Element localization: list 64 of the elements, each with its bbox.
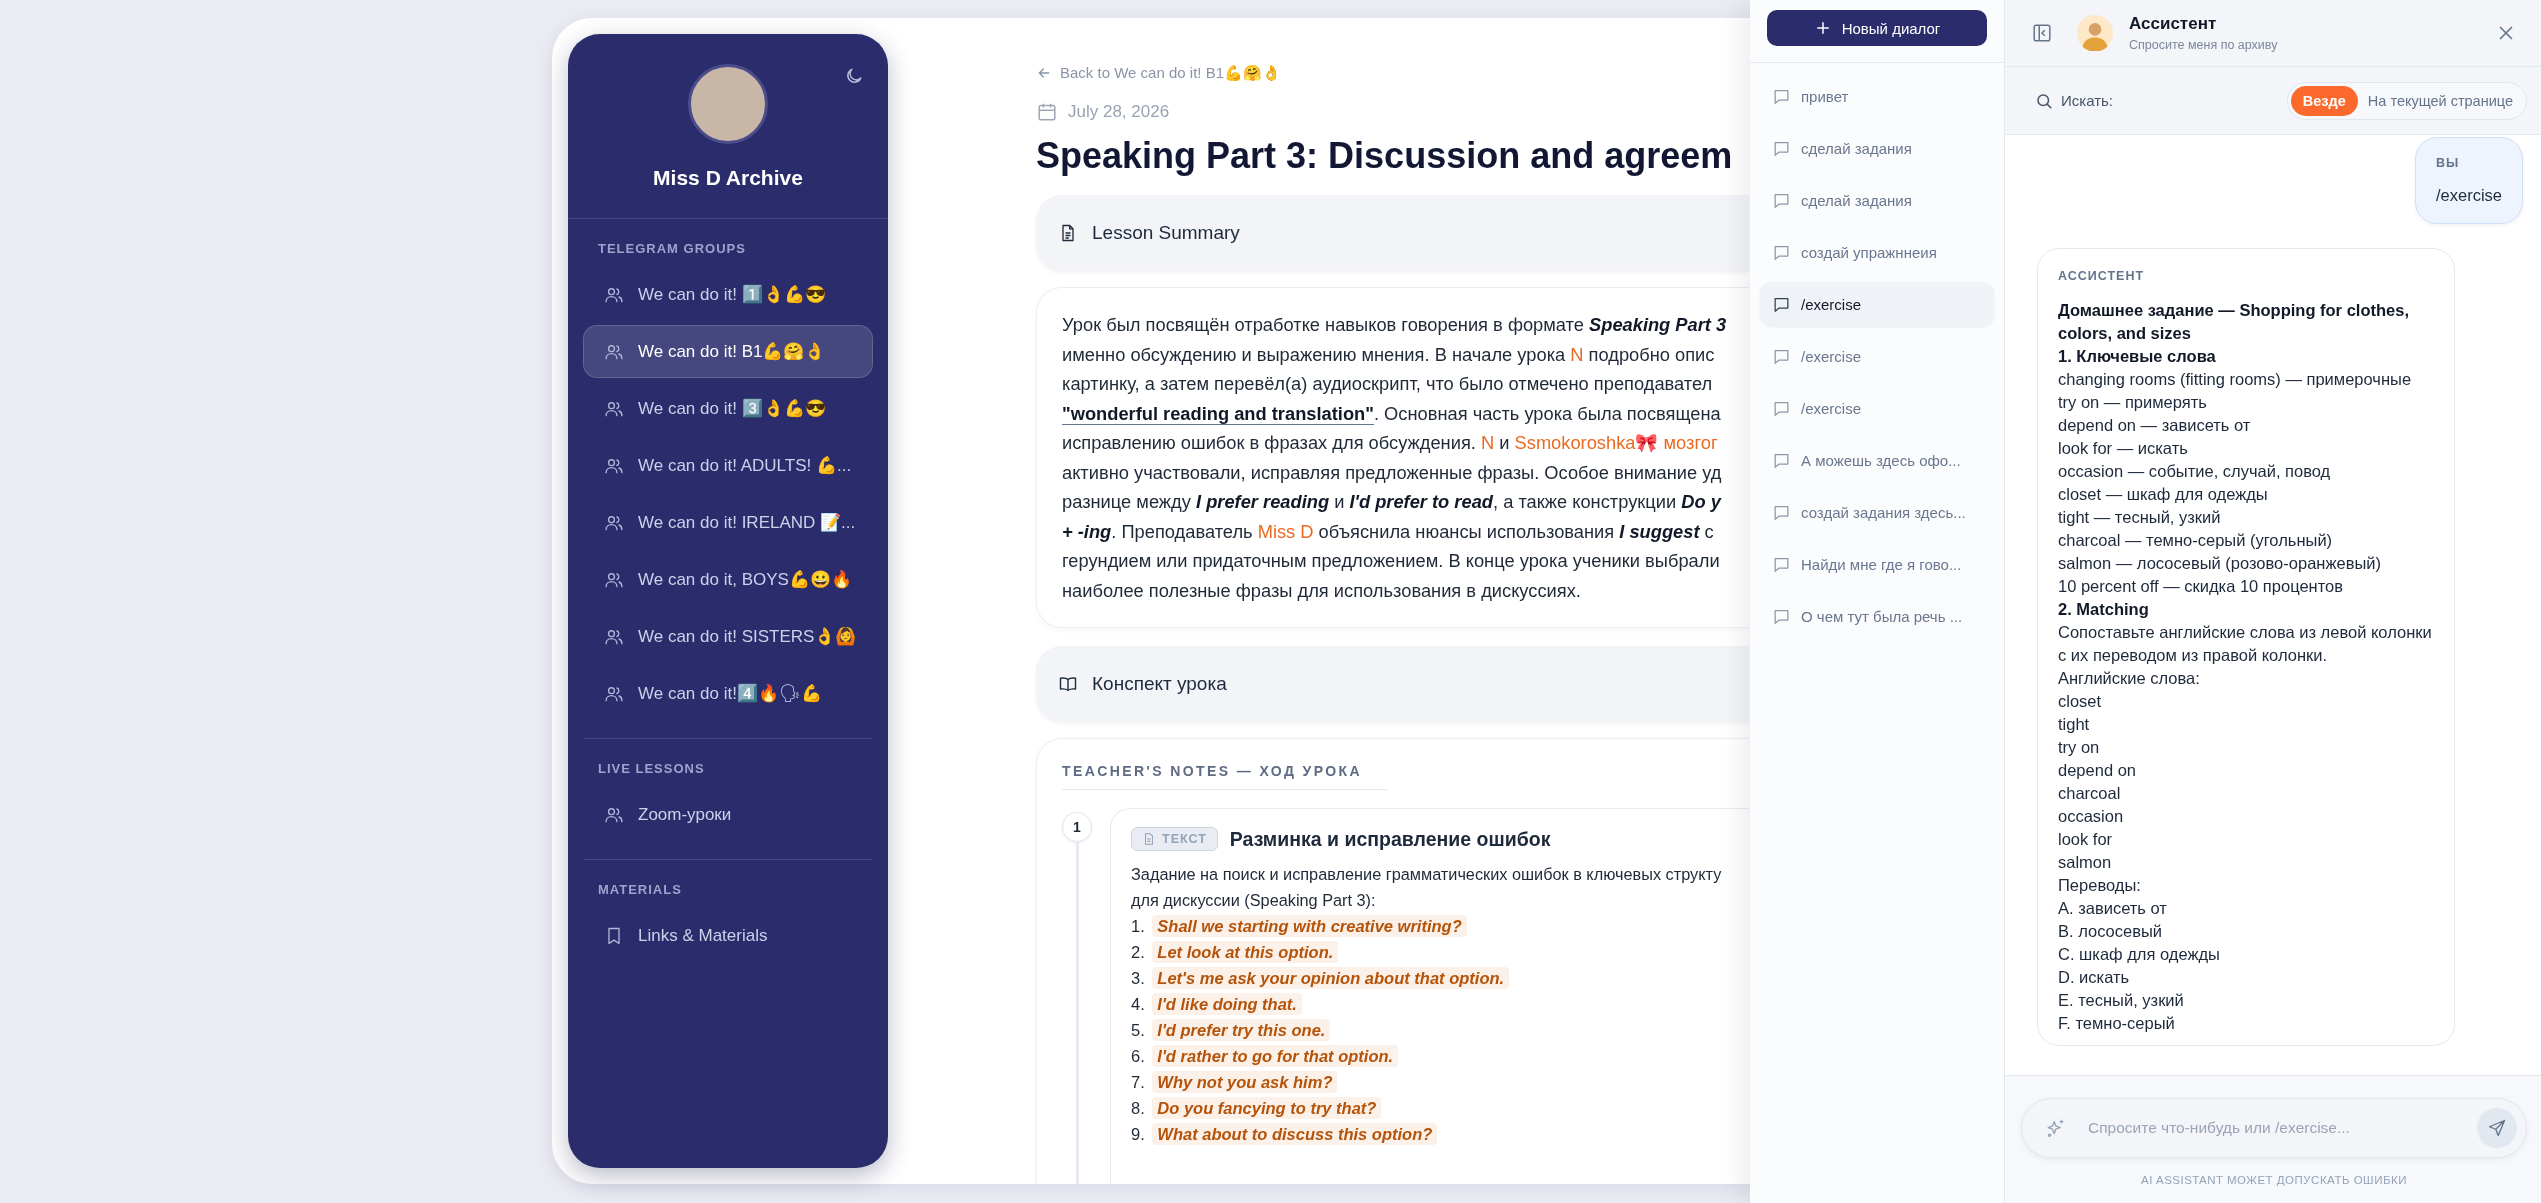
conversation-item[interactable]: сделай задания <box>1760 126 1994 170</box>
summary-paragraph: Урок был посвящён отработке навыков говорения в формате Speaking Part 3 именно обсуждению и выражению мнения. В начале урока N подробно опис картинку, а затем перевёл(а) аудиоскрипт, что было отмечено преподавател "wonderful reading and translation". Основная часть урока была посвящена исправлению ошибок в фразах для обсуждения. N и Ssmokoroshka🎀 мозгог активно участвовали, исправляя предложенные фразы. Особое внимание уд разнице между I prefer reading и I'd prefer to read, а также конструкции Do y + -ing. Преподаватель Miss D объяснила нюансы использования I suggest с герундием или придаточным предложением. В конце урока ученики выбрали наиболее полезные фразы для использования в дискуссиях. <box>1062 313 1728 603</box>
avatar-icon <box>2077 15 2113 51</box>
type-tag: ТЕКСТ <box>1131 827 1218 851</box>
conversation-item[interactable]: Найди мне где я гово... <box>1760 542 1994 586</box>
exercise-item: 7. Why not you ask him? <box>1131 1069 1749 1095</box>
conversation-item[interactable]: сделай задания <box>1760 178 1994 222</box>
arrow-left-icon <box>1036 65 1052 81</box>
section-heading: TELEGRAM GROUPS <box>597 240 747 258</box>
sidebar-item[interactable]: We can do it! IRELAND 📝... <box>583 496 873 549</box>
search-label: Искать: <box>2061 92 2115 109</box>
message-author: АССИСТЕНТ <box>2058 269 2146 283</box>
sidebar-item[interactable]: We can do it! 1⃣👌💪😎 <box>583 268 873 321</box>
summary-header[interactable]: Lesson Summary <box>1036 195 1749 271</box>
exercise-item: 2. Let look at this option. <box>1131 939 1749 965</box>
notes-heading: TEACHER'S NOTES — ХОД УРОКА <box>1062 759 1387 790</box>
step-number: 1 <box>1062 812 1092 842</box>
notes-header[interactable]: Конспект урока <box>1036 646 1749 722</box>
exercise-item: 8. Do you fancying to try that? <box>1131 1095 1749 1121</box>
conversation-item[interactable]: /exercise <box>1760 282 1994 326</box>
message-text: /exercise <box>2435 185 2502 206</box>
open-book-icon <box>1058 674 1078 694</box>
document-icon <box>1142 832 1156 846</box>
conversation-item[interactable]: О чем тут была речь ... <box>1760 594 1994 638</box>
lesson-title: Speaking Part 3: Discussion and agreem <box>1036 135 1734 177</box>
assistant-title: Ассистент <box>2129 14 2218 34</box>
sidebar-item[interactable]: We can do it! B1💪🤗👌 <box>583 325 873 378</box>
new-dialog-button[interactable]: Новый диалог <box>1767 10 1987 46</box>
message-author: ВЫ <box>2435 156 2461 170</box>
sidebar-item[interactable]: Links & Materials <box>583 909 873 962</box>
step-description: Задание на поиск и исправление грамматических ошибок в ключевых структу для дискуссии (Speaking Part 3): <box>1131 864 1723 911</box>
sidebar-item[interactable]: We can do it! ADULTS! 💪... <box>583 439 873 492</box>
calendar-icon <box>1036 101 1058 123</box>
conversation-item[interactable]: А можешь здесь офо... <box>1760 438 1994 482</box>
conversation-item[interactable]: /exercise <box>1760 334 1994 378</box>
conversation-item[interactable]: /exercise <box>1760 386 1994 430</box>
exercise-item: 6. I'd rather to go for that option. <box>1131 1043 1749 1069</box>
exercise-item: 9. What about to discuss this option? <box>1131 1121 1749 1147</box>
exercise-item: 3. Let's me ask your opinion about that option. <box>1131 965 1749 991</box>
exercise-item: 1. Shall we starting with creative writing? <box>1131 913 1749 939</box>
exercise-item: 5. I'd prefer try this one. <box>1131 1017 1749 1043</box>
archive-title: Miss D Archive <box>652 166 804 191</box>
scope-option[interactable]: На текущей странице <box>2357 85 2523 116</box>
moon-icon[interactable] <box>844 66 864 86</box>
conversation-item[interactable]: создай задания здесь... <box>1760 490 1994 534</box>
search-icon <box>2035 91 2053 110</box>
message-input[interactable]: Спросите что-нибудь или /exercise... <box>2021 1098 2527 1158</box>
conversation-item[interactable]: привет <box>1760 74 1994 118</box>
message-text: Домашнее задание — Shopping for clothes, colors, and sizes 1. Ключевые слова changing rooms (fitting rooms) — примерочные try on — примерять depend on — зависеть от look for — искать occasion — событие, случай, повод closet — шкаф для одежды tight — тесный, узкий charcoal — темно-серый (угольный) salmon — лососевый (розово-оранжевый) 10 percent off — скидка 10 процентов 2. Matching Сопоставьте английские слова из левой колонки с их переводом из правой колонки. Английские слова: closet tight try on depend on charcoal occasion look for salmon Переводы: A. зависеть от B. лососевый C. шкаф для одежды D. искать E. тесный, узкий F. темно-серый <box>2058 300 2433 1034</box>
section-heading: LIVE LESSONS <box>597 760 706 778</box>
send-icon <box>2487 1118 2507 1138</box>
sidebar-item[interactable]: Zoom-уроки <box>583 788 873 841</box>
exercise-item: 4. I'd like doing that. <box>1131 991 1749 1017</box>
sidebar-toggle-icon[interactable] <box>2031 22 2053 44</box>
lesson-date: July 28, 2026 <box>1068 102 1170 122</box>
sidebar-item[interactable]: We can do it! SISTERS👌🙆 <box>583 610 873 663</box>
sidebar-item[interactable]: We can do it! 3⃣👌💪😎 <box>583 382 873 435</box>
sidebar-item[interactable]: We can do it, BOYS💪😀🔥 <box>583 553 873 606</box>
disclaimer-text: AI ASSISTANT МОЖЕТ ДОПУСКАТЬ ОШИБКИ <box>2140 1174 2408 1186</box>
sidebar-item[interactable]: We can do it!4⃣🔥🗣💪 <box>583 667 873 720</box>
assistant-subtitle: Спросите меня по архиву <box>2129 38 2279 52</box>
section-heading: MATERIALS <box>597 881 683 899</box>
step-title: Разминка и исправление ошибок <box>1229 827 1551 851</box>
conversation-item[interactable]: создай упражннеия <box>1760 230 1994 274</box>
